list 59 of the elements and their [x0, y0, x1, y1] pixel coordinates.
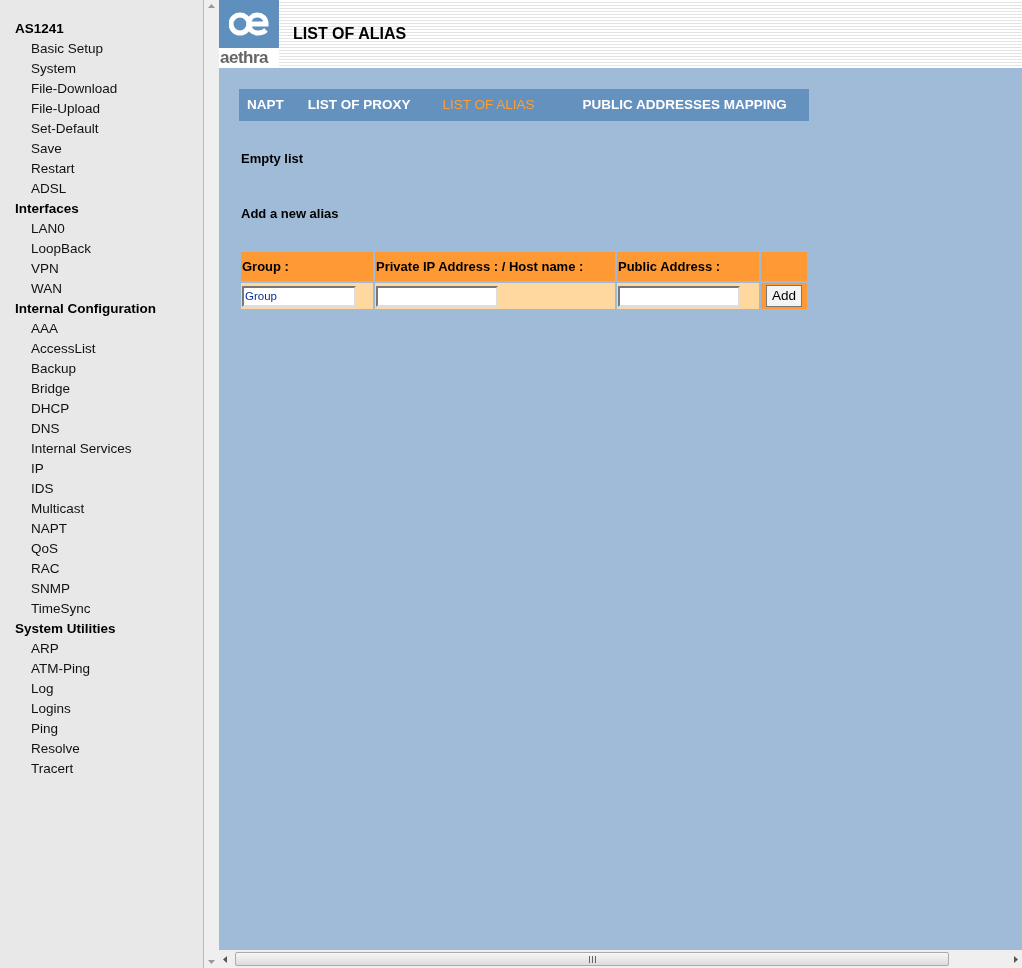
- sidebar-link[interactable]: ATM-Ping: [31, 659, 90, 679]
- section-heading: Add a new alias: [241, 204, 339, 223]
- horizontal-scrollbar[interactable]: [219, 950, 1022, 968]
- list-status: Empty list: [241, 150, 304, 168]
- sidebar-link[interactable]: File-Upload: [31, 99, 101, 119]
- sidebar-link[interactable]: RAC: [31, 559, 60, 579]
- sidebar-link[interactable]: ARP: [31, 639, 59, 659]
- sidebar-link[interactable]: Restart: [31, 159, 75, 179]
- sidebar-link[interactable]: DHCP: [31, 399, 70, 419]
- sidebar-link[interactable]: TimeSync: [31, 599, 91, 619]
- sidebar-link[interactable]: Logins: [31, 699, 71, 719]
- sidebar-link[interactable]: SNMP: [31, 579, 70, 599]
- page-title: LIST OF ALIAS: [293, 24, 407, 44]
- scrollbar-thumb[interactable]: [235, 952, 949, 966]
- sidebar-heading: System Utilities: [14, 620, 116, 638]
- scroll-left-icon[interactable]: [223, 955, 227, 963]
- scroll-down-icon[interactable]: [208, 960, 215, 964]
- sidebar-link[interactable]: IP: [31, 459, 44, 479]
- column-header: Public Address :: [617, 252, 759, 281]
- sidebar-link[interactable]: Internal Services: [31, 439, 132, 459]
- input-field[interactable]: Group: [242, 285, 356, 307]
- column-header: Private IP Address : / Host name :: [375, 252, 615, 281]
- sidebar-link[interactable]: AAA: [31, 319, 58, 339]
- sidebar-link[interactable]: VPN: [31, 259, 59, 279]
- logo-ae-icon: [229, 12, 269, 36]
- scroll-up-icon[interactable]: [208, 4, 215, 8]
- sidebar-link[interactable]: Save: [31, 139, 62, 159]
- scroll-right-icon[interactable]: [1014, 955, 1018, 963]
- sidebar-heading: Interfaces: [14, 200, 79, 218]
- sidebar-link[interactable]: DNS: [31, 419, 60, 439]
- input-field[interactable]: [618, 285, 740, 307]
- sidebar-link[interactable]: Bridge: [31, 379, 71, 399]
- sidebar-heading: Internal Configuration: [14, 300, 156, 318]
- sidebar-heading: AS1241: [14, 20, 64, 38]
- input-field[interactable]: [376, 285, 498, 307]
- sidebar-link[interactable]: Basic Setup: [31, 39, 104, 59]
- vertical-scrollbar[interactable]: [204, 0, 219, 968]
- column-header: [761, 252, 807, 281]
- sidebar-link[interactable]: Tracert: [31, 759, 74, 779]
- sidebar-link[interactable]: LoopBack: [31, 239, 92, 259]
- sidebar-link[interactable]: Backup: [31, 359, 77, 379]
- sidebar-link[interactable]: Ping: [31, 719, 59, 739]
- sidebar-link[interactable]: NAPT: [31, 519, 67, 539]
- sidebar-link[interactable]: Log: [31, 679, 54, 699]
- add-button[interactable]: Add: [766, 285, 802, 307]
- sidebar-link[interactable]: Multicast: [31, 499, 85, 519]
- sidebar-link[interactable]: System: [31, 59, 76, 79]
- sidebar-link[interactable]: IDS: [31, 479, 54, 499]
- grip-icon: [588, 955, 596, 963]
- logo-text: aethra: [219, 48, 270, 68]
- column-header: Group :: [241, 252, 373, 281]
- sidebar-link[interactable]: ADSL: [31, 179, 67, 199]
- sidebar-link[interactable]: WAN: [31, 279, 62, 299]
- sidebar-link[interactable]: Resolve: [31, 739, 80, 759]
- sidebar-link[interactable]: QoS: [31, 539, 58, 559]
- sidebar-link[interactable]: Set-Default: [31, 119, 99, 139]
- sidebar-link[interactable]: File-Download: [31, 79, 118, 99]
- sidebar-link[interactable]: LAN0: [31, 219, 65, 239]
- sidebar-link[interactable]: AccessList: [31, 339, 96, 359]
